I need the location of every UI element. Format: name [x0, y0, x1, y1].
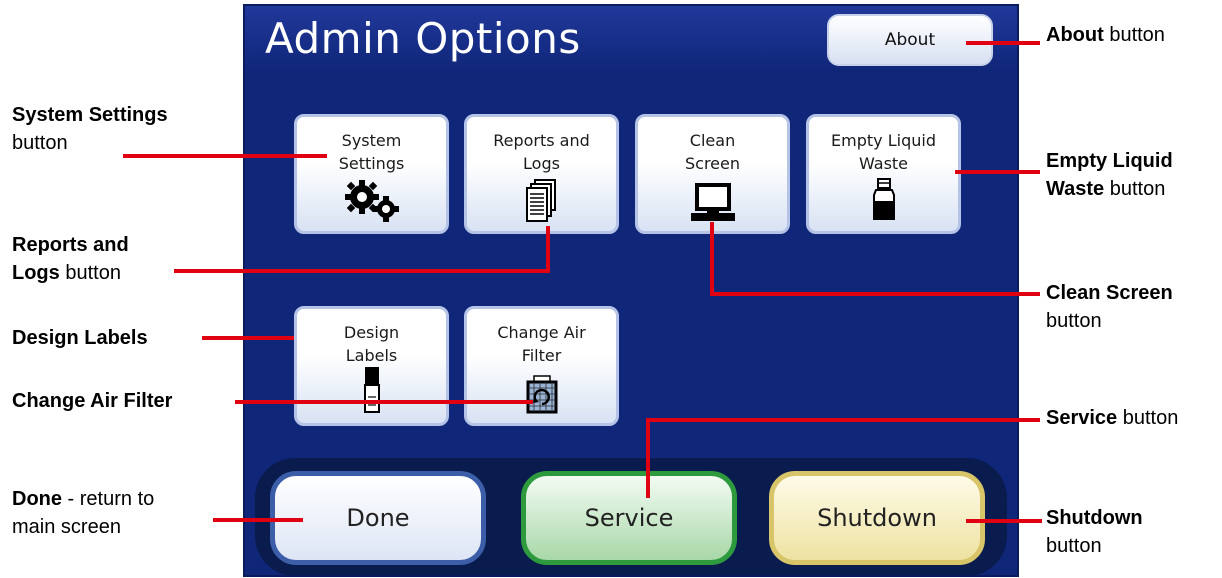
gears-icon [344, 180, 399, 222]
air-filter-icon [526, 375, 557, 414]
empty-liquid-waste-label: Empty Liquid Waste [831, 131, 936, 173]
design-labels-callout-line [202, 336, 294, 340]
empty-liquid-callout-line [955, 170, 1040, 174]
about-callout: About button [1046, 24, 1165, 46]
empty-liquid-waste-button[interactable]: Empty Liquid Waste [806, 114, 961, 234]
clean-screen-callout-line-h [710, 292, 1040, 296]
done-callout: Done - return to main screen [12, 488, 155, 538]
clean-screen-callout-line-v [710, 222, 714, 296]
design-labels-label: Design Labels [343, 323, 400, 365]
clean-screen-button[interactable]: Clean Screen [635, 114, 790, 234]
reports-callout-line-v [546, 226, 550, 273]
reports-and-logs-label: Reports and Logs [493, 131, 590, 173]
design-labels-callout: Design Labels [12, 327, 148, 349]
clean-screen-label: Clean Screen [684, 131, 740, 173]
shutdown-callout-line [966, 519, 1042, 523]
admin-options-screen: Admin Options About System Settings Repo… [243, 4, 1019, 577]
service-callout-line-h [646, 418, 1040, 422]
about-callout-line [966, 41, 1040, 45]
title-bar: Admin Options About [245, 6, 1017, 72]
change-air-filter-button[interactable]: Change Air Filter [464, 306, 619, 426]
system-settings-button[interactable]: System Settings [294, 114, 449, 234]
reports-callout-line-h [174, 269, 550, 273]
label-roll-icon [363, 367, 380, 413]
shutdown-button[interactable]: Shutdown [769, 471, 985, 565]
change-air-filter-label: Change Air Filter [497, 323, 586, 365]
documents-icon [525, 179, 556, 222]
system-settings-callout: System Settings button [12, 104, 168, 154]
service-callout-line-v [646, 418, 650, 498]
reports-and-logs-button[interactable]: Reports and Logs [464, 114, 619, 234]
service-button[interactable]: Service [521, 471, 737, 565]
reports-and-logs-callout: Reports and Logs button [12, 234, 129, 284]
page-title: Admin Options [265, 14, 581, 63]
change-air-filter-callout: Change Air Filter [12, 390, 173, 412]
change-air-filter-callout-line [235, 400, 533, 404]
system-settings-callout-line [123, 154, 327, 158]
shutdown-callout: Shutdown button [1046, 507, 1143, 557]
design-labels-button[interactable]: Design Labels [294, 306, 449, 426]
empty-liquid-waste-callout: Empty Liquid Waste button [1046, 150, 1173, 200]
system-settings-label: System Settings [338, 131, 405, 173]
service-callout: Service button [1046, 407, 1179, 429]
about-button[interactable]: About [827, 14, 993, 66]
monitor-icon [690, 183, 735, 221]
clean-screen-callout: Clean Screen button [1046, 282, 1173, 332]
bottle-icon [872, 178, 895, 220]
done-callout-line [213, 518, 303, 522]
